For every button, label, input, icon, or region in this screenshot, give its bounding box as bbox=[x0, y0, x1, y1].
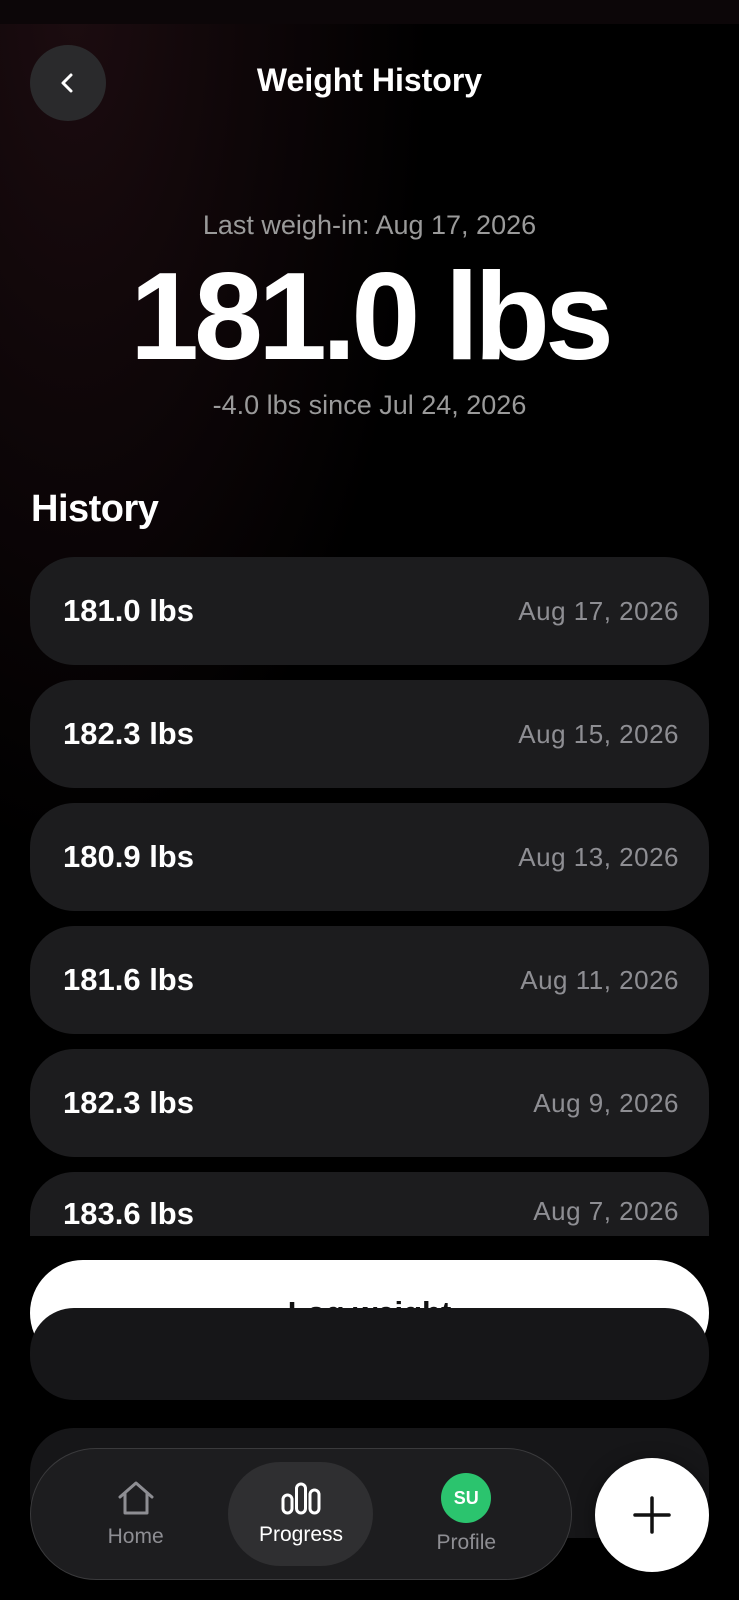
tab-profile[interactable]: SU Profile bbox=[394, 1462, 539, 1566]
history-row[interactable]: 182.3 lbs Aug 15, 2026 bbox=[30, 680, 709, 788]
tab-progress[interactable]: Progress bbox=[228, 1462, 374, 1566]
status-bar bbox=[0, 0, 739, 24]
history-row[interactable]: 181.6 lbs Aug 11, 2026 bbox=[30, 926, 709, 1034]
weight-change: -4.0 lbs since Jul 24, 2026 bbox=[212, 390, 527, 420]
history-row[interactable]: 180.9 lbs Aug 13, 2026 bbox=[30, 803, 709, 911]
history-row-weight: 181.6 lbs bbox=[63, 962, 194, 997]
history-row[interactable]: 182.3 lbs Aug 9, 2026 bbox=[30, 1049, 709, 1157]
history-row-date: Aug 15, 2026 bbox=[518, 718, 679, 749]
current-weight: 181.0 lbs bbox=[130, 248, 614, 386]
last-weigh-in-label: Last weigh-in: Aug 17, 2026 bbox=[202, 210, 537, 240]
history-row-partial bbox=[30, 1308, 709, 1400]
history-row-weight: 182.3 lbs bbox=[63, 1085, 194, 1120]
tab-home-label: Home bbox=[107, 1525, 164, 1548]
bottom-tab-bar: Home Progress SU Profile bbox=[30, 1448, 572, 1580]
home-icon bbox=[118, 1481, 154, 1515]
history-row-date: Aug 11, 2026 bbox=[520, 964, 679, 995]
history-heading: History bbox=[31, 488, 159, 530]
weight-history-screen: Weight History Last weigh-in: Aug 17, 20… bbox=[0, 0, 739, 1600]
history-row-date: Aug 7, 2026 bbox=[533, 1196, 679, 1226]
history-row-weight: 182.3 lbs bbox=[63, 716, 194, 751]
history-row-date: Aug 9, 2026 bbox=[533, 1087, 679, 1118]
history-row-weight: 183.6 lbs bbox=[63, 1196, 194, 1231]
page-title: Weight History bbox=[256, 62, 483, 98]
avatar: SU bbox=[441, 1473, 492, 1523]
history-row-date: Aug 17, 2026 bbox=[518, 595, 679, 626]
history-row-date: Aug 13, 2026 bbox=[518, 841, 679, 872]
tab-home[interactable]: Home bbox=[63, 1462, 208, 1566]
tab-progress-label: Progress bbox=[258, 1523, 343, 1546]
bar-chart-icon bbox=[281, 1482, 321, 1515]
history-row-weight: 181.0 lbs bbox=[63, 593, 194, 628]
history-row[interactable]: 181.0 lbs Aug 17, 2026 bbox=[30, 557, 709, 665]
add-weight-fab[interactable] bbox=[595, 1458, 709, 1572]
tab-profile-label: Profile bbox=[436, 1531, 497, 1554]
plus-icon bbox=[633, 1496, 671, 1534]
history-row-weight: 180.9 lbs bbox=[63, 839, 194, 874]
